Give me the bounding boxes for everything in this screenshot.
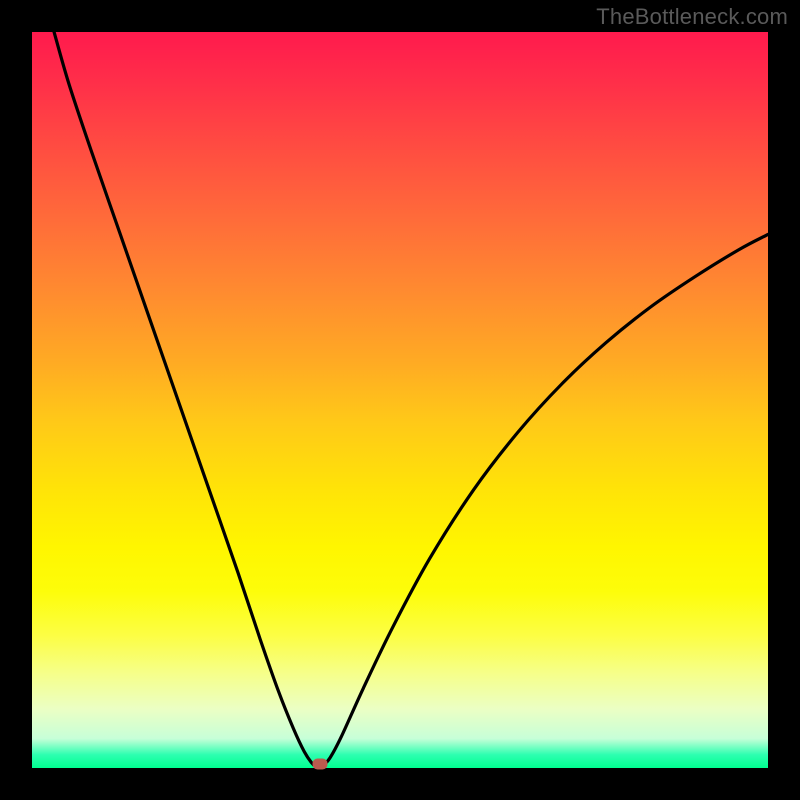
bottleneck-curve (32, 32, 768, 768)
attribution-text: TheBottleneck.com (596, 4, 788, 30)
minimum-marker (312, 758, 327, 769)
chart-plot-area (32, 32, 768, 768)
